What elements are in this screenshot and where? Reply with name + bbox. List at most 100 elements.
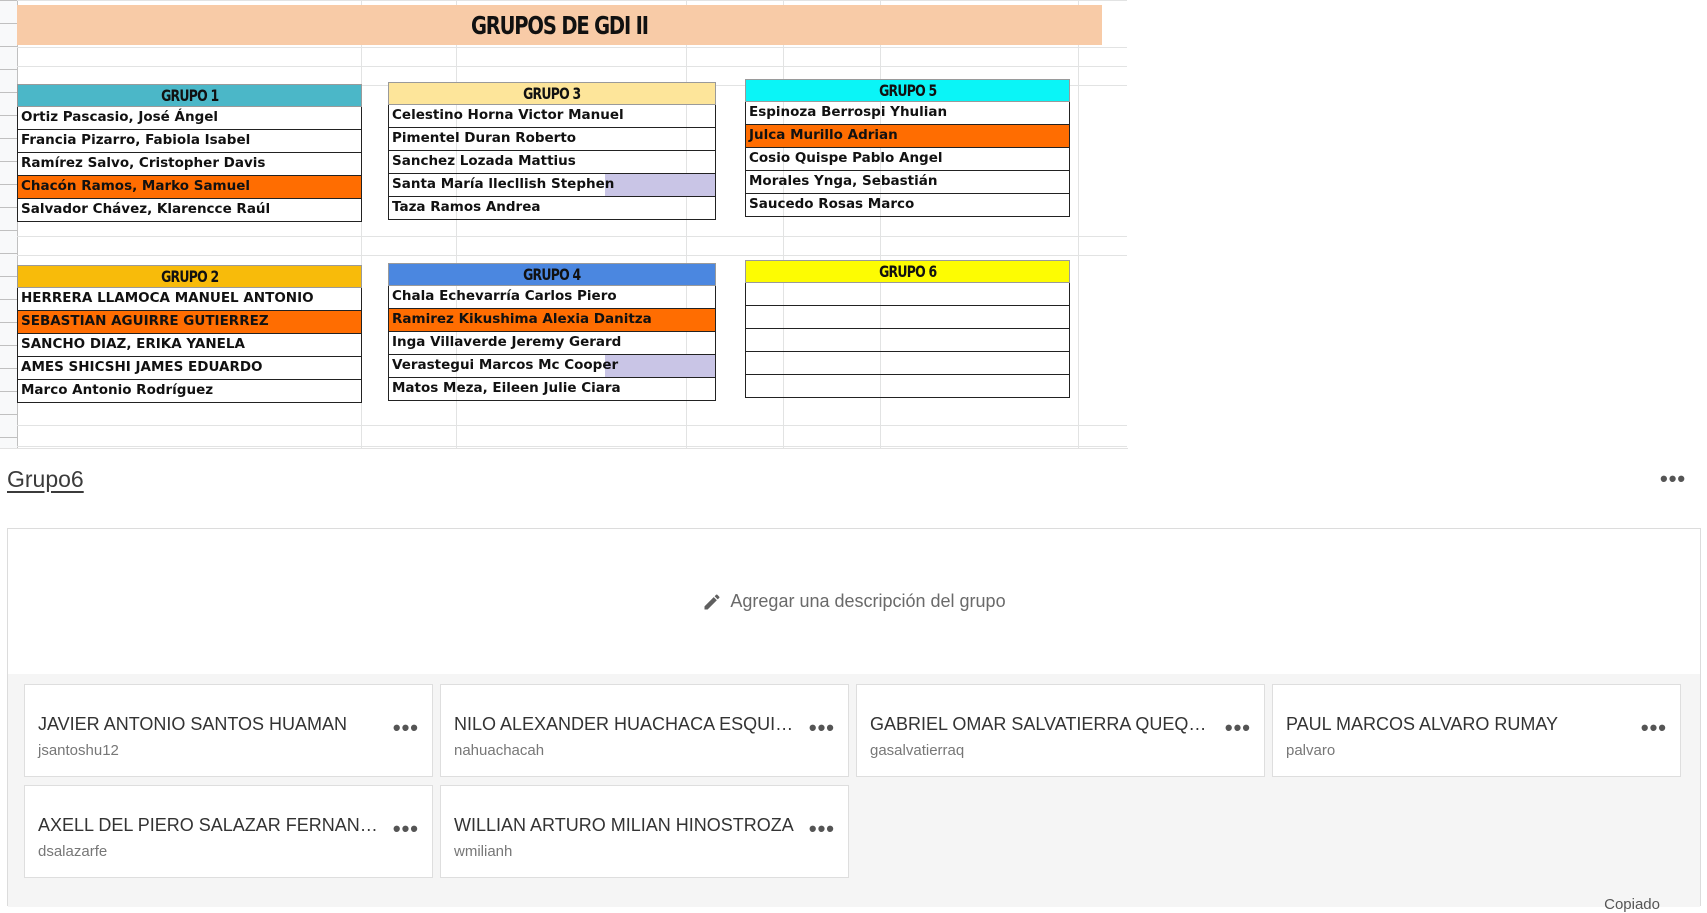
group-member-cell: Chala Echevarría Carlos Piero — [388, 286, 716, 309]
member-name: Pimentel Duran Roberto — [392, 130, 577, 146]
member-name: HERRERA LLAMOCA MANUEL ANTONIO — [21, 290, 314, 306]
spreadsheet-image: GRUPOS DE GDI II GRUPO 1 Ortiz Pascasio, … — [0, 0, 1128, 449]
row-gutter-tick — [0, 23, 17, 24]
group-member-cell: Verastegui Marcos Mc Cooper — [388, 355, 716, 378]
group-member-cell — [745, 329, 1070, 352]
group-table-4: GRUPO 4 Chala Echevarría Carlos Piero Rami… — [388, 263, 716, 401]
group-member-cell: SEBASTIAN AGUIRRE GUTIERREZ — [17, 311, 362, 334]
more-options-icon[interactable]: ••• — [1225, 717, 1251, 739]
group-title-link[interactable]: Grupo6 — [7, 466, 84, 493]
group-member-cell: Salvador Chávez, Klarencce Raúl — [17, 199, 362, 222]
member-name: NILO ALEXANDER HUACHACA ESQUIVEL — [454, 714, 799, 734]
row-gutter-tick — [0, 230, 17, 231]
sheet-title-band: GRUPOS DE GDI II — [17, 5, 1102, 45]
group-panel: Agregar una descripción del grupo JAVIER… — [7, 528, 1701, 913]
group-member-cell: Ramirez Kikushima Alexia Danitza — [388, 309, 716, 332]
member-username: gasalvatierraq — [870, 742, 965, 759]
member-card[interactable]: AXELL DEL PIERO SALAZAR FERNANDEZ dsalaza… — [24, 785, 433, 878]
member-card[interactable]: NILO ALEXANDER HUACHACA ESQUIVEL nahuacha… — [440, 684, 849, 777]
member-name: Morales Ynga, Sebastián — [749, 173, 938, 189]
member-name: Verastegui Marcos Mc Cooper — [392, 357, 619, 373]
member-name: Francia Pizarro, Fabiola Isabel — [21, 132, 251, 148]
group-header: GRUPO 2 — [17, 265, 362, 288]
member-card[interactable]: WILLIAN ARTURO MILIAN HINOSTROZA wmilianh… — [440, 785, 849, 878]
member-username: palvaro — [1286, 742, 1336, 759]
gridline — [17, 47, 1127, 48]
row-gutter-tick — [0, 92, 17, 93]
member-name: JAVIER ANTONIO SANTOS HUAMAN — [38, 714, 348, 734]
row-gutter-tick — [0, 46, 17, 47]
group-description-area: Agregar una descripción del grupo — [8, 529, 1700, 675]
cell-shading — [605, 174, 715, 196]
group-member-cell: Ortiz Pascasio, José Ángel — [17, 107, 362, 130]
cell-shading — [605, 355, 715, 377]
more-options-icon[interactable]: ••• — [1641, 717, 1667, 739]
row-gutter-tick — [0, 161, 17, 162]
group-member-cell: SANCHO DIAZ, ERIKA YANELA — [17, 334, 362, 357]
group-member-cell: Julca Murillo Adrian — [745, 125, 1070, 148]
row-gutter-tick — [0, 345, 17, 346]
gridline — [17, 446, 1127, 447]
member-name: SANCHO DIAZ, ERIKA YANELA — [21, 336, 245, 352]
more-options-icon[interactable]: ••• — [393, 818, 419, 840]
member-name: Chala Echevarría Carlos Piero — [392, 288, 617, 304]
footer-text: Copiado — [1604, 896, 1660, 913]
group-member-cell: Morales Ynga, Sebastián — [745, 171, 1070, 194]
member-name: Santa María llecllish Stephen — [392, 176, 615, 192]
more-options-icon[interactable]: ••• — [809, 818, 835, 840]
group-member-cell: Ramírez Salvo, Cristopher Davis — [17, 153, 362, 176]
row-gutter-tick — [0, 69, 17, 70]
member-username: jsantoshu12 — [38, 742, 119, 759]
member-name: Julca Murillo Adrian — [749, 127, 898, 143]
row-gutter-tick — [0, 0, 17, 1]
group-member-cell: Espinoza Berrospi Yhulian — [745, 102, 1070, 125]
member-name: Marco Antonio Rodríguez — [21, 382, 214, 398]
row-gutter-tick — [0, 253, 17, 254]
member-name: Taza Ramos Andrea — [392, 199, 541, 215]
group-member-cell: Pimentel Duran Roberto — [388, 128, 716, 151]
group-header-label: GRUPO 5 — [878, 81, 937, 100]
row-gutter-tick — [0, 414, 17, 415]
group-member-cell: Matos Meza, Eileen Julie Ciara — [388, 378, 716, 401]
member-card[interactable]: JAVIER ANTONIO SANTOS HUAMAN jsantoshu12 •… — [24, 684, 433, 777]
member-name: Celestino Horna Victor Manuel — [392, 107, 624, 123]
member-card[interactable]: PAUL MARCOS ALVARO RUMAY palvaro ••• — [1272, 684, 1681, 777]
row-gutter-tick — [0, 115, 17, 116]
member-name: AXELL DEL PIERO SALAZAR FERNANDEZ — [38, 815, 383, 835]
group-member-cell: Taza Ramos Andrea — [388, 197, 716, 220]
group-header: GRUPO 1 — [17, 84, 362, 107]
add-description-label: Agregar una descripción del grupo — [730, 591, 1006, 611]
member-username: wmilianh — [454, 843, 513, 860]
member-name: Matos Meza, Eileen Julie Ciara — [392, 380, 621, 396]
member-name: GABRIEL OMAR SALVATIERRA QUEQUES... — [870, 714, 1215, 734]
add-description-link[interactable]: Agregar una descripción del grupo — [702, 591, 1006, 612]
pencil-icon — [704, 593, 720, 609]
row-gutter-tick — [0, 391, 17, 392]
row-gutter-tick — [0, 207, 17, 208]
member-name: Ramírez Salvo, Cristopher Davis — [21, 155, 266, 171]
gridline — [1078, 0, 1079, 448]
row-gutter-tick — [0, 437, 17, 438]
group-member-cell: Chacón Ramos, Marko Samuel — [17, 176, 362, 199]
group-member-cell: Cosio Quispe Pablo Angel — [745, 148, 1070, 171]
row-gutter-tick — [0, 368, 17, 369]
more-options-icon[interactable]: ••• — [393, 717, 419, 739]
member-name: Cosio Quispe Pablo Angel — [749, 150, 943, 166]
group-menu-icon[interactable]: ••• — [1660, 468, 1686, 490]
group-table-3: GRUPO 3 Celestino Horna Victor Manuel Pime… — [388, 82, 716, 220]
row-gutter-tick — [0, 299, 17, 300]
member-card[interactable]: GABRIEL OMAR SALVATIERRA QUEQUES... gasal… — [856, 684, 1265, 777]
member-name: PAUL MARCOS ALVARO RUMAY — [1286, 714, 1559, 734]
group-member-cell — [745, 352, 1070, 375]
members-list: JAVIER ANTONIO SANTOS HUAMAN jsantoshu12 •… — [8, 674, 1700, 913]
group-member-cell: Celestino Horna Victor Manuel — [388, 105, 716, 128]
gridline — [17, 0, 1127, 1]
group-table-5: GRUPO 5 Espinoza Berrospi Yhulian Julca Mu… — [745, 79, 1070, 217]
gridline — [17, 66, 1127, 67]
member-name: Inga Villaverde Jeremy Gerard — [392, 334, 622, 350]
gridline — [17, 255, 1127, 256]
group-header: GRUPO 5 — [745, 79, 1070, 102]
more-options-icon[interactable]: ••• — [809, 717, 835, 739]
group-header-label: GRUPO 4 — [523, 265, 581, 284]
row-gutter-tick — [0, 138, 17, 139]
